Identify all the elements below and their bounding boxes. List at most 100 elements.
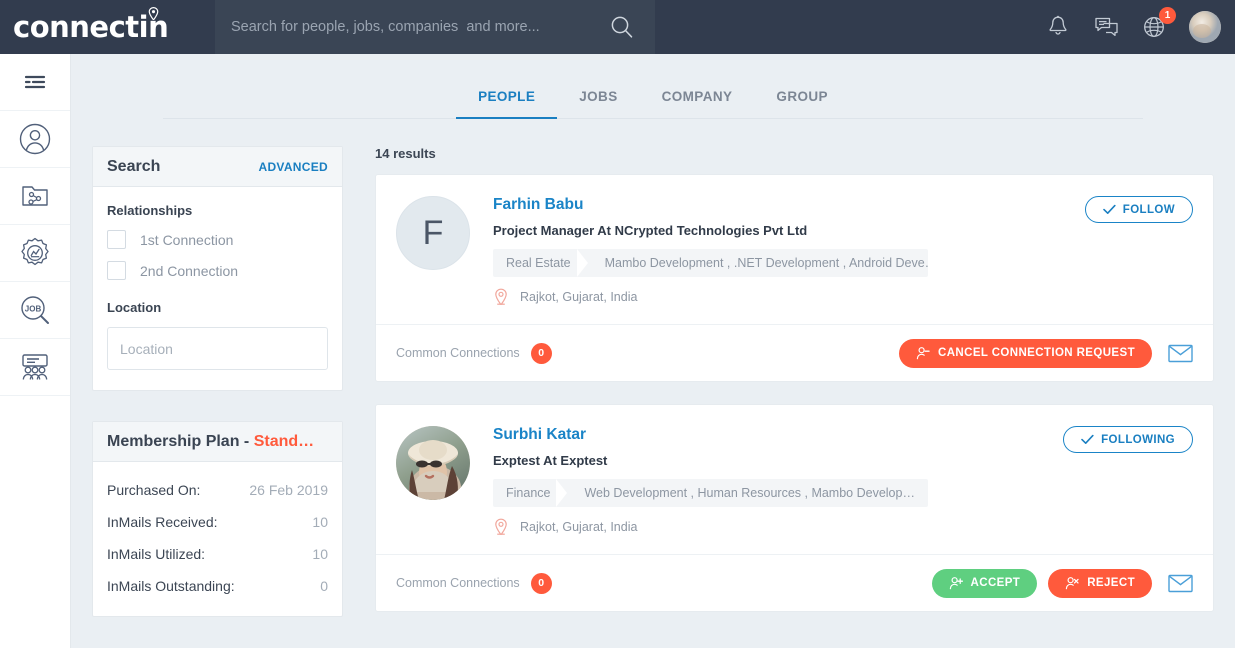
membership-key: InMails Received:	[107, 514, 218, 530]
sidebar-item-menu[interactable]	[0, 54, 70, 111]
relationships-label: Relationships	[107, 203, 193, 218]
brand-logo[interactable]: connectin	[0, 0, 215, 54]
notifications-button[interactable]	[1045, 14, 1071, 40]
location-input[interactable]	[107, 327, 328, 370]
search-button[interactable]	[605, 10, 639, 44]
result-type-tabs: PEOPLE JOBS COMPANY GROUP	[163, 54, 1143, 119]
network-button[interactable]: 1	[1141, 7, 1176, 40]
common-connections-label: Common Connections	[396, 576, 520, 590]
person-avatar-initial[interactable]: F	[396, 196, 470, 270]
membership-row: InMails Outstanding: 0	[107, 570, 328, 602]
location-label: Location	[107, 300, 162, 315]
left-sidebar: Search ADVANCED Relationships 1st Connec…	[92, 146, 343, 647]
membership-title: Membership Plan - Stand…	[107, 433, 314, 451]
common-connections-count: 0	[530, 342, 552, 364]
person-x-icon	[1066, 577, 1079, 590]
messages-button[interactable]	[1093, 14, 1119, 40]
person-tags: Finance Web Development , Human Resource…	[493, 479, 928, 507]
person-photo	[396, 426, 470, 500]
envelope-icon	[1167, 574, 1193, 592]
membership-key: InMails Outstanding:	[107, 578, 235, 594]
person-result-card: F Farhin Babu Project Manager At NCrypte…	[375, 174, 1214, 382]
person-location: Rajkot, Gujarat, India	[493, 288, 1193, 306]
svg-text:JOB: JOB	[25, 304, 42, 313]
follow-button[interactable]: FOLLOW	[1084, 196, 1193, 223]
cancel-connection-request-label: CANCEL CONNECTION REQUEST	[938, 347, 1135, 359]
location-pin-icon	[148, 7, 159, 20]
tab-group[interactable]: GROUP	[754, 89, 850, 118]
person-industry: Finance	[506, 486, 551, 500]
membership-plan-name: Stand…	[253, 432, 315, 450]
common-connections-label: Common Connections	[396, 346, 520, 360]
sidebar-item-jobs[interactable]: JOB	[0, 282, 70, 339]
label-1st-connection: 1st Connection	[140, 231, 234, 248]
app-header: connectin Search for people, jobs, compa…	[0, 0, 1235, 54]
sidebar-item-groups[interactable]	[0, 339, 70, 396]
main-content: PEOPLE JOBS COMPANY GROUP Search ADVANCE…	[71, 54, 1235, 648]
membership-row: InMails Received: 10	[107, 506, 328, 538]
user-avatar-image	[1189, 11, 1221, 43]
membership-row: Purchased On: 26 Feb 2019	[107, 474, 328, 506]
person-name-link[interactable]: Farhin Babu	[493, 196, 583, 214]
brand-name: connectin	[13, 10, 169, 44]
send-message-button[interactable]	[1167, 570, 1193, 596]
sidebar-item-analytics[interactable]	[0, 225, 70, 282]
membership-body: Purchased On: 26 Feb 2019 InMails Receiv…	[93, 462, 342, 616]
reject-button-label: REJECT	[1087, 577, 1135, 589]
person-headline: Project Manager At NCrypted Technologies…	[493, 223, 808, 238]
envelope-icon	[1167, 344, 1193, 362]
results-column: 14 results F Farhin Babu Project Manager…	[375, 146, 1214, 647]
checkbox-1st-connection[interactable]	[107, 230, 126, 249]
advanced-search-link[interactable]: ADVANCED	[258, 160, 328, 174]
network-badge: 1	[1159, 7, 1176, 24]
person-result-card: Surbhi Katar Exptest At Exptest Finance …	[375, 404, 1214, 612]
person-tags: Real Estate Mambo Development , .NET Dev…	[493, 249, 928, 277]
icon-rail: JOB	[0, 54, 71, 648]
person-card-main: F Farhin Babu Project Manager At NCrypte…	[376, 175, 1213, 324]
membership-value: 10	[312, 546, 328, 562]
following-button[interactable]: FOLLOWING	[1063, 426, 1193, 453]
chat-bubbles-icon	[1094, 17, 1118, 37]
person-name-link[interactable]: Surbhi Katar	[493, 426, 586, 444]
location-pin-icon	[493, 518, 509, 536]
following-button-label: FOLLOWING	[1101, 433, 1175, 446]
membership-value: 10	[312, 514, 328, 530]
membership-header: Membership Plan - Stand…	[93, 422, 342, 462]
search-filter-title: Search	[107, 157, 161, 175]
sidebar-item-profile[interactable]	[0, 111, 70, 168]
chevron-right-icon	[556, 479, 580, 507]
analytics-badge-icon	[21, 237, 49, 266]
avatar[interactable]	[1189, 11, 1221, 43]
reject-button[interactable]: REJECT	[1048, 568, 1152, 598]
membership-row: InMails Utilized: 10	[107, 538, 328, 570]
shared-folder-icon	[22, 186, 48, 206]
person-avatar-photo[interactable]	[396, 426, 470, 500]
search-filter-header: Search ADVANCED	[93, 147, 342, 187]
person-card-footer: Common Connections 0 ACCEPT REJECT	[376, 554, 1213, 611]
accept-button[interactable]: ACCEPT	[931, 568, 1038, 598]
chevron-right-icon	[576, 249, 601, 277]
send-message-button[interactable]	[1167, 340, 1193, 366]
person-headline: Exptest At Exptest	[493, 453, 608, 468]
global-search[interactable]	[215, 0, 655, 54]
search-filter-panel: Search ADVANCED Relationships 1st Connec…	[92, 146, 343, 391]
tab-company[interactable]: COMPANY	[640, 89, 755, 118]
membership-value: 26 Feb 2019	[249, 482, 328, 498]
filter-2nd-connection[interactable]: 2nd Connection	[107, 261, 328, 280]
bell-icon	[1049, 15, 1067, 35]
follow-button-label: FOLLOW	[1122, 203, 1175, 216]
tab-jobs[interactable]: JOBS	[557, 89, 639, 118]
membership-key: InMails Utilized:	[107, 546, 206, 562]
groups-icon	[22, 354, 48, 380]
person-location-text: Rajkot, Gujarat, India	[520, 520, 638, 534]
person-location-text: Rajkot, Gujarat, India	[520, 290, 638, 304]
checkbox-2nd-connection[interactable]	[107, 261, 126, 280]
person-industry: Real Estate	[506, 256, 571, 270]
tab-people[interactable]: PEOPLE	[456, 89, 558, 119]
sidebar-item-shared-files[interactable]	[0, 168, 70, 225]
label-2nd-connection: 2nd Connection	[140, 262, 239, 279]
filter-1st-connection[interactable]: 1st Connection	[107, 230, 328, 249]
cancel-connection-request-button[interactable]: CANCEL CONNECTION REQUEST	[899, 338, 1152, 368]
search-input[interactable]	[231, 19, 605, 35]
person-skills: Mambo Development , .NET Development , A…	[604, 256, 928, 270]
